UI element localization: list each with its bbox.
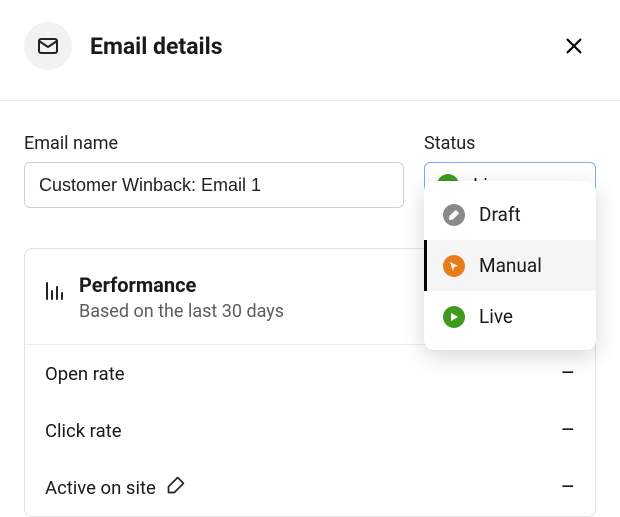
status-option-label: Manual bbox=[479, 254, 580, 277]
page-title: Email details bbox=[90, 33, 558, 60]
metric-value: – bbox=[561, 361, 575, 386]
metric-row-click-rate: Click rate – bbox=[25, 402, 595, 459]
edit-icon[interactable] bbox=[166, 475, 186, 500]
close-icon bbox=[563, 35, 585, 57]
status-option-manual[interactable]: Manual bbox=[424, 240, 596, 291]
draft-status-icon bbox=[443, 204, 465, 226]
chart-icon bbox=[43, 273, 79, 303]
metric-value: – bbox=[561, 475, 575, 500]
metric-row-open-rate: Open rate – bbox=[25, 345, 595, 402]
status-dropdown: Draft Manual Live bbox=[424, 181, 596, 350]
metric-label: Open rate bbox=[45, 363, 125, 385]
status-label: Status bbox=[424, 133, 596, 154]
email-name-label: Email name bbox=[24, 133, 404, 154]
status-option-label: Live bbox=[479, 305, 580, 328]
status-option-draft[interactable]: Draft bbox=[424, 189, 596, 240]
email-name-field-group: Email name bbox=[24, 133, 404, 208]
manual-status-icon bbox=[443, 255, 465, 277]
status-field-group: Status Live Draft bbox=[424, 133, 596, 208]
status-option-label: Draft bbox=[479, 203, 580, 226]
email-name-input[interactable] bbox=[24, 162, 404, 208]
live-status-icon bbox=[443, 306, 465, 328]
metric-label: Active on site bbox=[45, 477, 156, 499]
metric-value: – bbox=[561, 418, 575, 443]
dialog-header: Email details bbox=[0, 0, 620, 101]
email-icon bbox=[24, 22, 72, 70]
metric-label: Click rate bbox=[45, 420, 122, 442]
close-button[interactable] bbox=[558, 30, 590, 62]
status-option-live[interactable]: Live bbox=[424, 291, 596, 342]
metric-row-active-on-site: Active on site – bbox=[25, 459, 595, 516]
